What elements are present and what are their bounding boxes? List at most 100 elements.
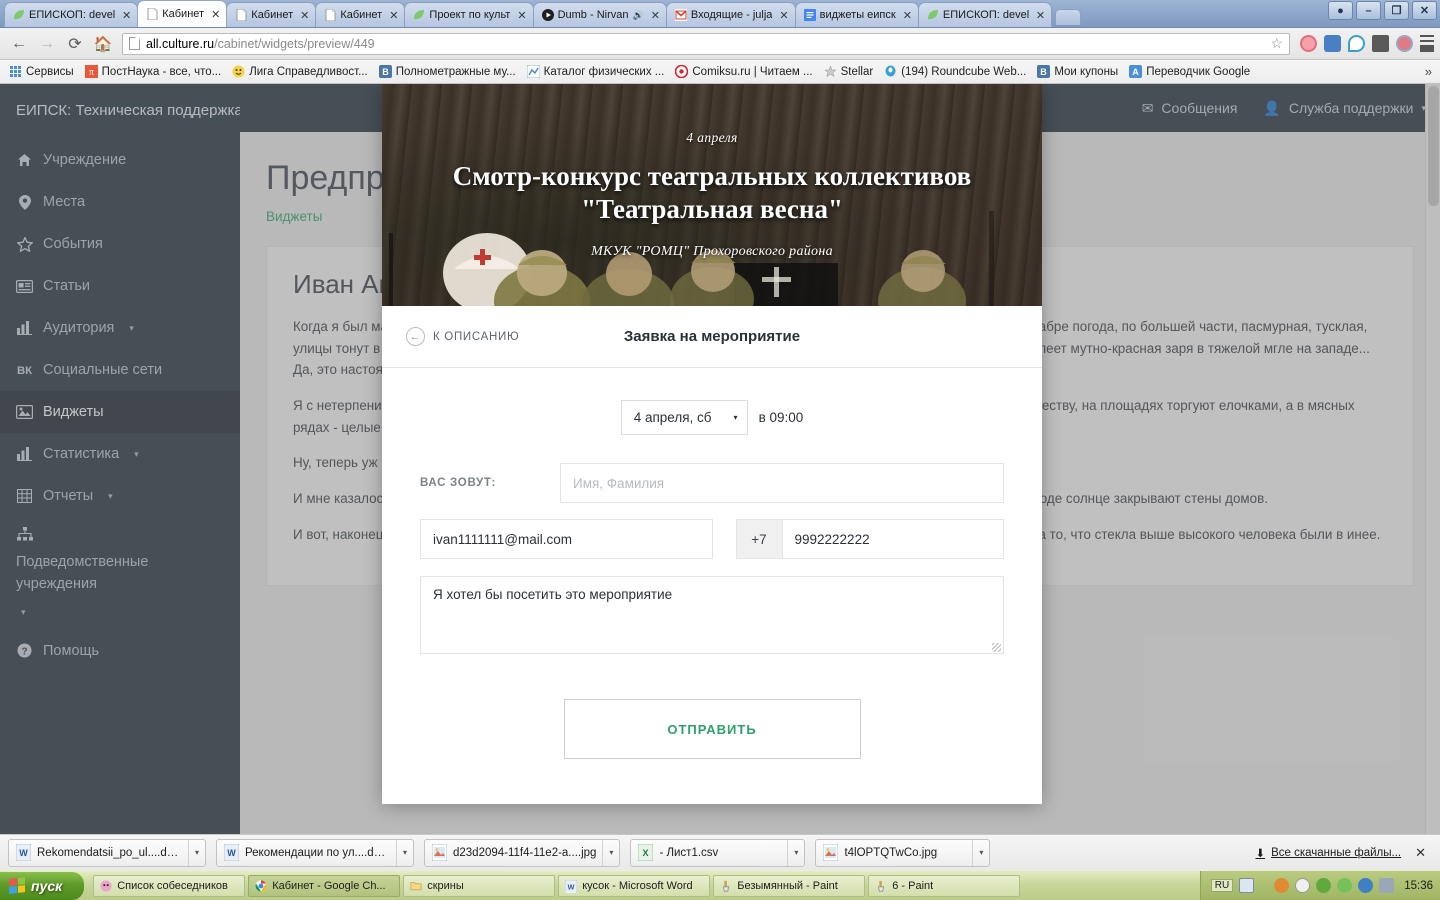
message-textarea[interactable]: Я хотел бы посетить это мероприятие <box>420 576 1004 654</box>
forward-button[interactable]: → <box>34 31 60 57</box>
browser-tab[interactable]: Dumb - Nirvan 🔊 ✕ <box>532 2 667 27</box>
browser-tab[interactable]: Кабинет ✕ <box>226 2 317 27</box>
bookmark-item[interactable]: π ПостНаука - все, что... <box>80 63 227 80</box>
translate-icon: A <box>1129 65 1143 78</box>
taskbar-task[interactable]: 6 - Paint <box>868 874 1021 897</box>
tab-close-button[interactable]: ✕ <box>297 9 309 22</box>
download-item[interactable]: t4lOPTQTwCo.jpg ▾ <box>815 838 991 867</box>
tab-label: Dumb - Nirvan <box>557 9 629 21</box>
browser-tab-active[interactable]: Кабинет ✕ <box>137 0 228 27</box>
bookmark-item[interactable]: B Мои купоны <box>1032 63 1123 80</box>
browser-tab[interactable]: ЕПИСКОП: devel ✕ <box>917 2 1053 27</box>
speaker-icon[interactable] <box>1324 35 1341 52</box>
new-tab-button[interactable] <box>1055 9 1082 25</box>
update-icon[interactable] <box>1358 878 1374 893</box>
bookmark-star-icon[interactable]: ☆ <box>1270 35 1283 52</box>
bell-icon[interactable] <box>1295 878 1311 893</box>
language-indicator[interactable]: RU <box>1210 879 1234 892</box>
maximize-button[interactable]: ❐ <box>1384 1 1409 20</box>
download-filename: - Лист1.csv <box>659 846 719 859</box>
shield-icon[interactable] <box>1274 878 1290 893</box>
home-button[interactable]: 🏠 <box>90 31 116 57</box>
start-button[interactable]: пуск <box>0 871 85 900</box>
download-item[interactable]: X - Лист1.csv ▾ <box>630 838 806 867</box>
phone-field[interactable]: +7 9992222222 <box>735 519 1004 559</box>
mail-icon[interactable] <box>1372 35 1389 52</box>
address-bar[interactable]: all.culture.ru/cabinet/widgets/preview/4… <box>122 32 1290 55</box>
roundcube-icon <box>884 65 897 78</box>
bookmark-item[interactable]: Comiksu.ru | Читаем ... <box>670 63 817 80</box>
bookmark-item[interactable]: Stellar <box>819 63 879 80</box>
apps-icon <box>9 65 22 78</box>
bookmarks-overflow-button[interactable]: » <box>1425 64 1436 79</box>
email-input[interactable]: ivan1111111@mail.com <box>420 519 713 559</box>
download-menu-button[interactable]: ▾ <box>188 839 205 866</box>
tab-close-button[interactable]: ✕ <box>386 9 398 22</box>
browser-tab[interactable]: Входящие - julja ✕ <box>665 2 796 27</box>
taskbar-task[interactable]: Кабинет - Google Ch... <box>248 874 401 897</box>
bookmark-label: (194) Roundcube Web... <box>901 65 1027 78</box>
tab-close-button[interactable]: ✕ <box>776 9 788 22</box>
close-button[interactable]: ✕ <box>1412 1 1437 20</box>
taskbar-task[interactable]: Wкусок - Microsoft Word <box>558 874 711 897</box>
browser-tab[interactable]: ЕПИСКОП: devel ✕ <box>4 2 139 27</box>
camera-icon[interactable] <box>1300 35 1317 52</box>
tab-close-button[interactable]: ✕ <box>208 8 220 21</box>
download-item[interactable]: d23d2094-11f4-11e2-a....jpg ▾ <box>424 838 621 867</box>
svg-text:π: π <box>89 67 94 78</box>
tab-label: ЕПИСКОП: devel <box>29 9 115 21</box>
bookmark-label: Переводчик Google <box>1146 65 1251 78</box>
help-icon[interactable] <box>1239 878 1255 893</box>
back-to-description-link[interactable]: ← К ОПИСАНИЮ <box>406 327 519 346</box>
show-all-downloads-label: Все скачанные файлы... <box>1271 846 1402 859</box>
show-all-downloads-link[interactable]: ⬇ Все скачанные файлы... <box>1255 846 1401 860</box>
bookmark-item[interactable]: Лига Справедливост... <box>227 63 373 80</box>
browser-tab[interactable]: виджеты еипск ✕ <box>794 2 919 27</box>
tab-close-button[interactable]: ✕ <box>514 9 526 22</box>
taskbar-task[interactable]: Список собеседников <box>93 874 246 897</box>
browser-tab[interactable]: Кабинет ✕ <box>315 2 406 27</box>
battery-icon[interactable] <box>1337 878 1353 893</box>
download-menu-button[interactable]: ▾ <box>787 839 804 866</box>
reload-button[interactable]: ⟳ <box>62 31 88 57</box>
tab-close-button[interactable]: ✕ <box>1033 9 1045 22</box>
bookmark-item[interactable]: (194) Roundcube Web... <box>879 63 1031 80</box>
bookmark-item[interactable]: Каталог физических ... <box>522 63 670 80</box>
submit-button[interactable]: ОТПРАВИТЬ <box>563 699 861 759</box>
tab-close-button[interactable]: ✕ <box>648 9 660 22</box>
drop-icon[interactable] <box>1348 35 1365 52</box>
bookmark-item[interactable]: B Полнометражные му... <box>374 63 521 80</box>
resize-grip-icon[interactable] <box>992 643 1001 652</box>
tab-label: Кабинет <box>251 9 294 21</box>
clock-icon[interactable] <box>1396 35 1413 52</box>
taskbar-task[interactable]: Безымянный - Paint <box>713 874 866 897</box>
name-input[interactable]: Имя, Фамилия <box>560 463 1004 503</box>
phone-input[interactable]: 9992222222 <box>783 520 1004 558</box>
download-item[interactable]: W Рекомендации по ул....docx ▾ <box>216 838 414 867</box>
arrow-icon[interactable] <box>1260 878 1268 893</box>
taskbar-task[interactable]: скрины <box>403 874 556 897</box>
menu-icon[interactable] <box>1420 35 1434 52</box>
tab-close-button[interactable]: ✕ <box>900 9 912 22</box>
download-menu-button[interactable]: ▾ <box>396 839 413 866</box>
browser-tab[interactable]: Проект по культ ✕ <box>404 2 534 27</box>
download-filename: Рекомендации по ул....docx <box>245 846 390 859</box>
minimize-button[interactable]: – <box>1356 1 1381 20</box>
download-menu-button[interactable]: ▾ <box>972 839 989 866</box>
submit-row: ОТПРАВИТЬ <box>420 654 1004 759</box>
user-button[interactable]: ● <box>1328 1 1353 20</box>
event-time-label: в 09:00 <box>758 410 804 425</box>
monitor-icon[interactable] <box>1379 878 1395 893</box>
close-shelf-button[interactable]: ✕ <box>1415 845 1426 861</box>
bookmark-item[interactable]: A Переводчик Google <box>1124 63 1255 80</box>
date-select[interactable]: 4 апреля, сб ▾ <box>620 400 748 435</box>
tab-close-button[interactable]: ✕ <box>119 9 131 22</box>
windows-taskbar: пуск Список собеседников Кабинет - Google… <box>0 870 1440 900</box>
download-item[interactable]: W Rekomendatsii_po_ul....docx ▾ <box>8 838 206 867</box>
clock[interactable]: 15:36 <box>1400 880 1433 892</box>
download-menu-button[interactable]: ▾ <box>602 839 619 866</box>
network-icon[interactable] <box>1316 878 1332 893</box>
audio-indicator-icon[interactable]: 🔊 <box>632 10 643 21</box>
bookmark-item[interactable]: Сервисы <box>4 63 79 80</box>
back-button[interactable]: ← <box>6 31 32 57</box>
